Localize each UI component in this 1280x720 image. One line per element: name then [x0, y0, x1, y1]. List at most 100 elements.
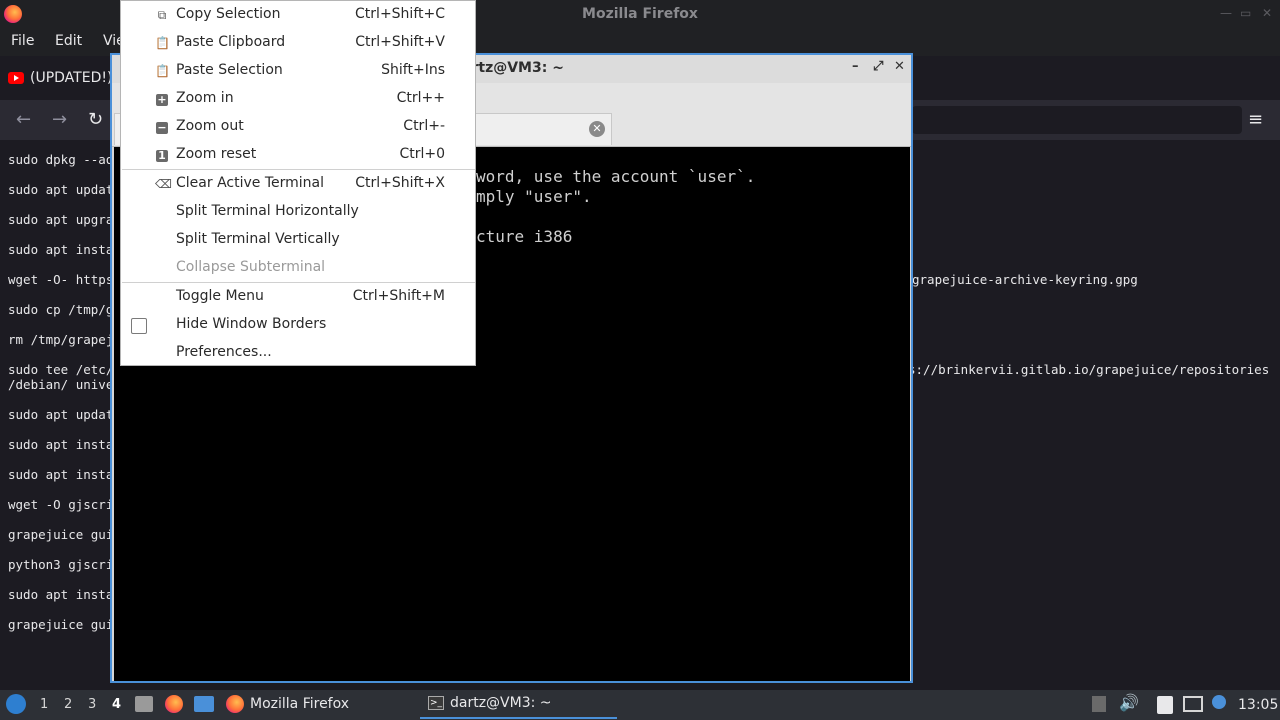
- menu-item-label: Split Terminal Horizontally: [176, 203, 359, 219]
- browser-tab-title: (UPDATED!): [30, 70, 113, 86]
- workspace-2[interactable]: 2: [64, 697, 72, 712]
- menu-item-zoom-in[interactable]: + Zoom in Ctrl++: [121, 85, 475, 113]
- menu-item-shortcut: Ctrl+Shift+V: [355, 34, 445, 50]
- zoom-reset-icon: 1: [155, 148, 169, 162]
- close-icon[interactable]: ✕: [1262, 6, 1272, 20]
- command-line: grapejuice gui: [8, 527, 114, 542]
- command-line: sudo apt updat: [8, 407, 114, 422]
- minimize-icon[interactable]: —: [1220, 6, 1232, 20]
- copy-icon: ⧉: [157, 8, 167, 22]
- task-terminal[interactable]: >_ dartz@VM3: ~: [428, 695, 552, 711]
- command-line: rm /tmp/grapej: [8, 332, 114, 347]
- terminal-icon: >_: [428, 696, 444, 710]
- task-firefox-label: Mozilla Firefox: [250, 696, 350, 712]
- show-desktop-icon[interactable]: [194, 696, 214, 712]
- menu-item-label: Collapse Subterminal: [176, 259, 326, 275]
- browser-tab[interactable]: (UPDATED!): [8, 66, 112, 90]
- workspace-3[interactable]: 3: [88, 697, 96, 712]
- task-firefox[interactable]: Mozilla Firefox: [226, 695, 349, 713]
- menu-item-paste-selection[interactable]: 📋 Paste Selection Shift+Ins: [121, 57, 475, 85]
- menu-item-label: Paste Selection: [176, 62, 283, 78]
- command-line: grapejuice gui: [8, 617, 114, 632]
- menu-item-label: Toggle Menu: [176, 288, 264, 304]
- command-line: sudo cp /tmp/g: [8, 302, 114, 317]
- menu-item-hide-window-borders[interactable]: Hide Window Borders: [121, 311, 475, 339]
- paste-icon: 📋: [155, 36, 170, 50]
- command-line: wget -O gjscri: [8, 497, 114, 512]
- menu-edit[interactable]: Edit: [55, 33, 82, 49]
- command-line: sudo apt upgra: [8, 212, 114, 227]
- network-icon[interactable]: [1183, 696, 1203, 712]
- workspace-1[interactable]: 1: [40, 697, 48, 712]
- taskbar: 1 2 3 4 Mozilla Firefox >_ dartz@VM3: ~ …: [0, 690, 1280, 720]
- command-line: sudo apt insta: [8, 587, 114, 602]
- menu-item-shortcut: Ctrl+-: [403, 118, 445, 134]
- terminal-close-icon[interactable]: ✕: [894, 59, 905, 74]
- menu-item-split-vertical[interactable]: Split Terminal Vertically: [121, 226, 475, 254]
- task-terminal-label: dartz@VM3: ~: [450, 695, 552, 711]
- volume-icon[interactable]: 🔊: [1119, 693, 1139, 712]
- menu-item-label: Hide Window Borders: [176, 316, 327, 332]
- firefox-icon: [226, 695, 244, 713]
- menu-item-copy-selection[interactable]: ⧉ Copy Selection Ctrl+Shift+C: [121, 1, 475, 29]
- menu-item-label: Preferences...: [176, 344, 272, 360]
- notification-icon[interactable]: [1212, 695, 1226, 709]
- clock[interactable]: 13:05: [1238, 697, 1278, 713]
- paste-icon: 📋: [155, 64, 170, 78]
- zoom-in-icon: +: [156, 93, 168, 106]
- command-line: sudo tee /etc/: [8, 362, 114, 377]
- active-task-indicator: [420, 717, 617, 719]
- command-line: wget -O- https: [8, 272, 114, 287]
- menu-item-label: Split Terminal Vertically: [176, 231, 340, 247]
- menu-file[interactable]: File: [11, 33, 34, 49]
- command-line: sudo dpkg --ad: [8, 152, 114, 167]
- menu-item-label: Copy Selection: [176, 6, 281, 22]
- menu-item-shortcut: Shift+Ins: [381, 62, 445, 78]
- hide-borders-checkbox[interactable]: [131, 318, 147, 334]
- menu-item-collapse-subterminal: Collapse Subterminal: [121, 254, 475, 282]
- terminal-line: word, use the account `user`.: [476, 167, 756, 186]
- command-line: sudo apt insta: [8, 242, 114, 257]
- menu-item-zoom-reset[interactable]: 1 Zoom reset Ctrl+0: [121, 141, 475, 169]
- menu-item-shortcut: Ctrl+Shift+X: [355, 175, 445, 191]
- menu-item-toggle-menu[interactable]: Toggle Menu Ctrl+Shift+M: [121, 283, 475, 311]
- clipboard-icon[interactable]: [1157, 696, 1173, 714]
- command-line: sudo apt updat: [8, 182, 114, 197]
- workspace-4[interactable]: 4: [112, 697, 121, 712]
- keyring-text: grapejuice-archive-keyring.gpg: [912, 272, 1138, 287]
- tab-close-icon[interactable]: ✕: [589, 121, 605, 137]
- reload-icon[interactable]: ↻: [88, 110, 103, 130]
- terminal-context-menu: ⧉ Copy Selection Ctrl+Shift+C 📋 Paste Cl…: [120, 0, 476, 366]
- menu-item-paste-clipboard[interactable]: 📋 Paste Clipboard Ctrl+Shift+V: [121, 29, 475, 57]
- back-icon[interactable]: ←: [16, 110, 31, 130]
- command-line: sudo apt insta: [8, 467, 114, 482]
- hamburger-menu-icon[interactable]: ≡: [1248, 110, 1263, 130]
- menu-item-label: Zoom out: [176, 118, 244, 134]
- menu-item-split-horizontal[interactable]: Split Terminal Horizontally: [121, 198, 475, 226]
- forward-icon[interactable]: →: [52, 110, 67, 130]
- menu-item-shortcut: Ctrl++: [396, 90, 445, 106]
- maximize-icon[interactable]: ▭: [1240, 6, 1251, 20]
- terminal-minimize-icon[interactable]: –: [852, 59, 859, 74]
- command-line: python3 gjscri: [8, 557, 114, 572]
- menu-item-preferences[interactable]: Preferences...: [121, 339, 475, 367]
- url-bar[interactable]: [912, 106, 1242, 134]
- start-menu-icon[interactable]: [6, 694, 26, 714]
- clear-icon: ⌫: [155, 177, 172, 191]
- menu-item-shortcut: Ctrl+Shift+M: [352, 288, 445, 304]
- zoom-out-icon: −: [156, 121, 168, 134]
- repo-url-text: s://brinkervii.gitlab.io/grapejuice/repo…: [908, 362, 1270, 377]
- terminal-line: cture i386: [476, 227, 573, 246]
- menu-item-clear-terminal[interactable]: ⌫ Clear Active Terminal Ctrl+Shift+X: [121, 170, 475, 198]
- menu-item-label: Paste Clipboard: [176, 34, 286, 50]
- command-line: /debian/ unive: [8, 377, 114, 392]
- firefox-launcher-icon[interactable]: [165, 695, 183, 713]
- tray-arrow-icon[interactable]: [1092, 696, 1106, 712]
- menu-item-label: Zoom reset: [176, 146, 257, 162]
- file-manager-icon[interactable]: [135, 696, 153, 712]
- youtube-icon: [8, 72, 24, 84]
- command-line: sudo apt insta: [8, 437, 114, 452]
- terminal-maximize-icon[interactable]: ⤢: [873, 59, 883, 74]
- menu-item-shortcut: Ctrl+0: [399, 146, 445, 162]
- menu-item-zoom-out[interactable]: − Zoom out Ctrl+-: [121, 113, 475, 141]
